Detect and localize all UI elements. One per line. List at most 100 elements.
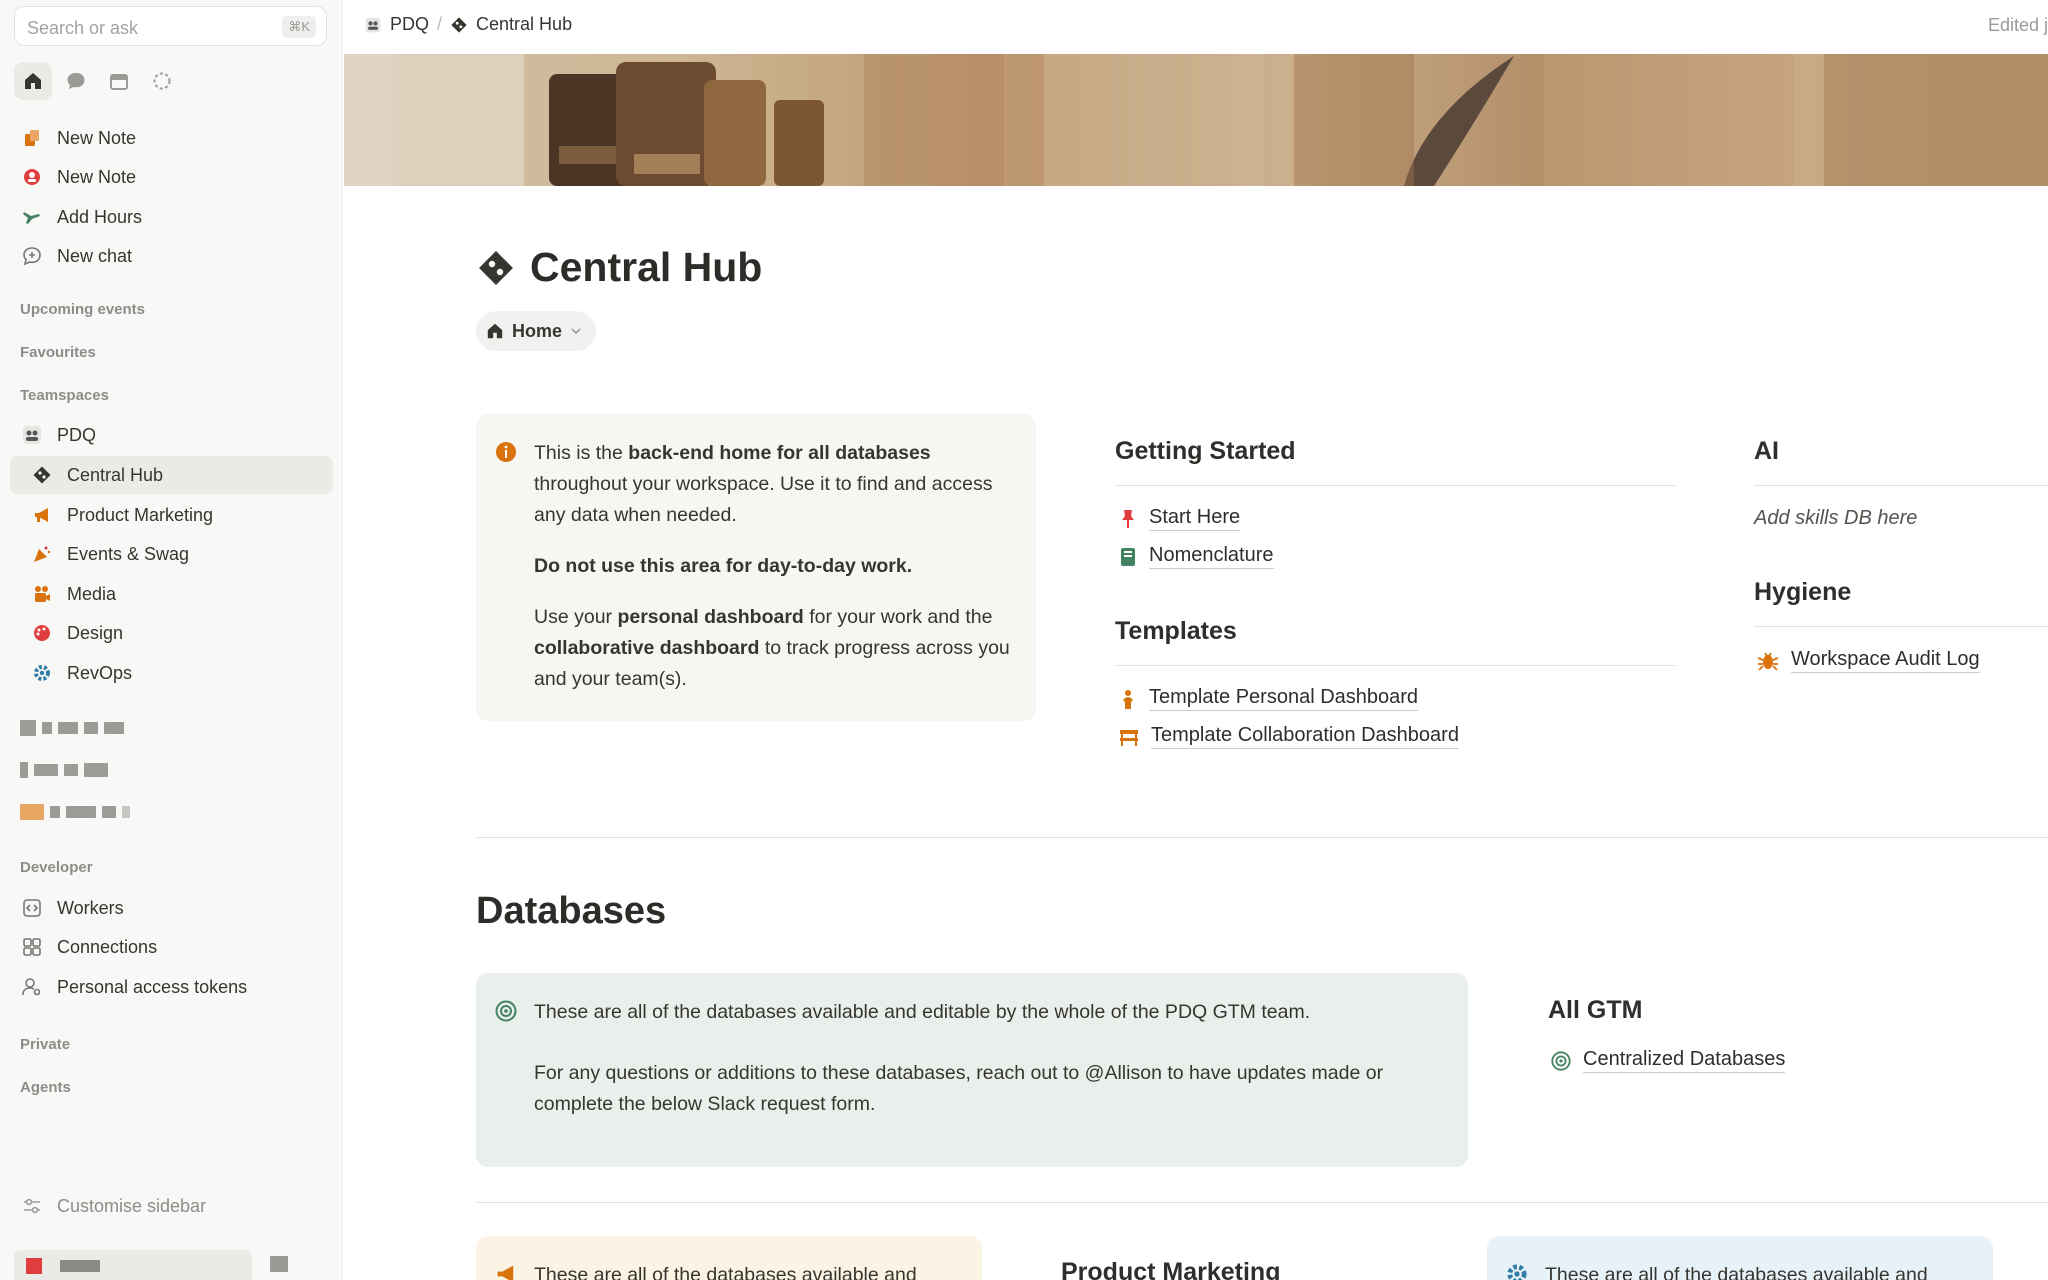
ai-heading: AI <box>1754 437 1779 465</box>
gear-icon <box>1507 1264 1527 1280</box>
link-template-collaboration-dashboard[interactable]: Template Collaboration Dashboard <box>1118 724 1459 749</box>
teamspace-label: PDQ <box>57 424 97 445</box>
chat-icon[interactable] <box>57 62 95 100</box>
sidebar-item-workers[interactable]: Workers <box>10 889 333 927</box>
sidebar-item-label: Central Hub <box>67 464 164 485</box>
link-template-personal-dashboard[interactable]: Template Personal Dashboard <box>1118 686 1419 711</box>
palette-icon <box>28 619 56 647</box>
gear-icon <box>28 659 56 687</box>
callout-paragraph: These are all of the databases available… <box>534 1264 917 1280</box>
home-icon[interactable] <box>14 62 52 100</box>
redacted-item[interactable] <box>20 804 130 820</box>
link-text: Template Personal Dashboard <box>1149 686 1419 711</box>
chat-plus-icon <box>18 242 46 270</box>
search-shortcut: ⌘K <box>282 16 316 38</box>
grid-icon <box>18 933 46 961</box>
section-developer[interactable]: Developer <box>20 859 93 876</box>
git-icon <box>451 16 467 33</box>
group-icon <box>1120 729 1138 746</box>
link-centralized-databases[interactable]: Centralized Databases <box>1550 1048 1786 1073</box>
breadcrumb-item[interactable]: Central Hub <box>476 14 572 35</box>
sidebar-item-media[interactable]: Media <box>10 575 333 613</box>
loader-icon[interactable] <box>143 62 181 100</box>
divider <box>476 837 2048 838</box>
sidebar-item-label: Product Marketing <box>67 504 214 525</box>
chevron-down-icon <box>571 328 581 335</box>
link-workspace-audit-log[interactable]: Workspace Audit Log <box>1756 648 1980 673</box>
quick-action-label: Add Hours <box>57 206 143 227</box>
link-nomenclature[interactable]: Nomenclature <box>1118 544 1274 569</box>
sidebar-item-design[interactable]: Design <box>10 614 333 652</box>
quick-action-add-hours[interactable]: Add Hours <box>10 198 333 236</box>
quick-action-label: New chat <box>57 245 133 266</box>
customise-sidebar-button[interactable]: Customise sidebar <box>10 1187 333 1225</box>
databases-heading: Databases <box>476 890 667 932</box>
sidebar: Search or ask ⌘K New Note New Note Add H… <box>0 0 343 1280</box>
sidebar-item-events-swag[interactable]: Events & Swag <box>10 535 333 573</box>
sidebar-item-label: RevOps <box>67 662 133 683</box>
sidebar-item-label: Workers <box>57 897 124 918</box>
sliders-icon <box>18 1192 46 1220</box>
teamspace-pdq[interactable]: PDQ <box>10 416 333 454</box>
breadcrumb-separator: / <box>437 14 443 34</box>
section-favourites[interactable]: Favourites <box>20 344 96 361</box>
redacted-icon <box>270 1256 288 1272</box>
quick-action-new-chat[interactable]: New chat <box>10 237 333 275</box>
sidebar-item-connections[interactable]: Connections <box>10 928 333 966</box>
quick-action-new-note-2[interactable]: New Note <box>10 158 333 196</box>
book-icon <box>1121 547 1135 566</box>
redacted-item[interactable] <box>20 762 108 778</box>
view-label: Home <box>512 320 563 341</box>
section-agents[interactable]: Agents <box>20 1079 71 1096</box>
customise-label: Customise sidebar <box>57 1195 207 1216</box>
callout-paragraph: These are all of the databases available… <box>534 1001 1311 1023</box>
divider <box>1754 485 2048 486</box>
info-icon <box>496 442 516 462</box>
link-text: Centralized Databases <box>1583 1048 1786 1073</box>
section-upcoming-events[interactable]: Upcoming events <box>20 301 145 318</box>
avatar <box>26 1258 42 1274</box>
revops-callout: These are all of the databases available… <box>1487 1236 1993 1280</box>
databases-callout: These are all of the databases available… <box>476 973 1468 1167</box>
section-private[interactable]: Private <box>20 1036 70 1053</box>
target-icon <box>495 1000 517 1022</box>
calendar-icon[interactable] <box>100 62 138 100</box>
section-teamspaces[interactable]: Teamspaces <box>20 387 109 404</box>
page-title[interactable]: Central Hub <box>476 244 762 291</box>
link-start-here[interactable]: Start Here <box>1118 506 1241 531</box>
link-text: Nomenclature <box>1149 544 1274 569</box>
page-title-text: Central Hub <box>530 244 763 290</box>
workspace-switcher[interactable] <box>14 1250 252 1280</box>
megaphone-icon <box>28 501 56 529</box>
getting-started-heading: Getting Started <box>1115 437 1296 465</box>
breadcrumb-item[interactable]: PDQ <box>390 14 429 35</box>
git-icon <box>28 461 56 489</box>
video-icon <box>28 580 56 608</box>
redacted-name <box>60 1260 100 1272</box>
quick-action-new-note[interactable]: New Note <box>10 119 333 157</box>
callout-warning: Do not use this area for day-to-day work… <box>534 555 913 577</box>
sidebar-item-tokens[interactable]: Personal access tokens <box>10 968 333 1006</box>
view-dropdown[interactable]: Home <box>476 311 597 351</box>
party-icon <box>28 540 56 568</box>
target-icon <box>1551 1050 1571 1071</box>
sidebar-item-label: Design <box>67 622 124 643</box>
callout-paragraph: This is the back-end home for all databa… <box>534 442 993 526</box>
cover-image[interactable] <box>344 54 2048 186</box>
sidebar-item-revops[interactable]: RevOps <box>10 654 333 692</box>
bug-icon <box>1757 652 1779 671</box>
redacted-item[interactable] <box>20 720 124 736</box>
callout-paragraph: For any questions or additions to these … <box>534 1062 1384 1115</box>
search-input[interactable]: Search or ask ⌘K <box>14 6 327 46</box>
cover-books-illustration <box>344 54 2048 186</box>
teamspace-icon <box>18 421 46 449</box>
product-callout: These are all of the databases available… <box>476 1236 982 1280</box>
link-text: Start Here <box>1149 506 1241 531</box>
search-placeholder: Search or ask <box>27 18 139 38</box>
breadcrumb: PDQ / Central Hub <box>364 14 572 35</box>
sidebar-item-label: Personal access tokens <box>57 976 248 997</box>
sidebar-item-central-hub[interactable]: Central Hub <box>10 456 333 494</box>
sidebar-item-product-marketing[interactable]: Product Marketing <box>10 496 333 534</box>
callout-paragraph: Use your personal dashboard for your wor… <box>534 606 1010 690</box>
divider <box>1115 485 1676 486</box>
